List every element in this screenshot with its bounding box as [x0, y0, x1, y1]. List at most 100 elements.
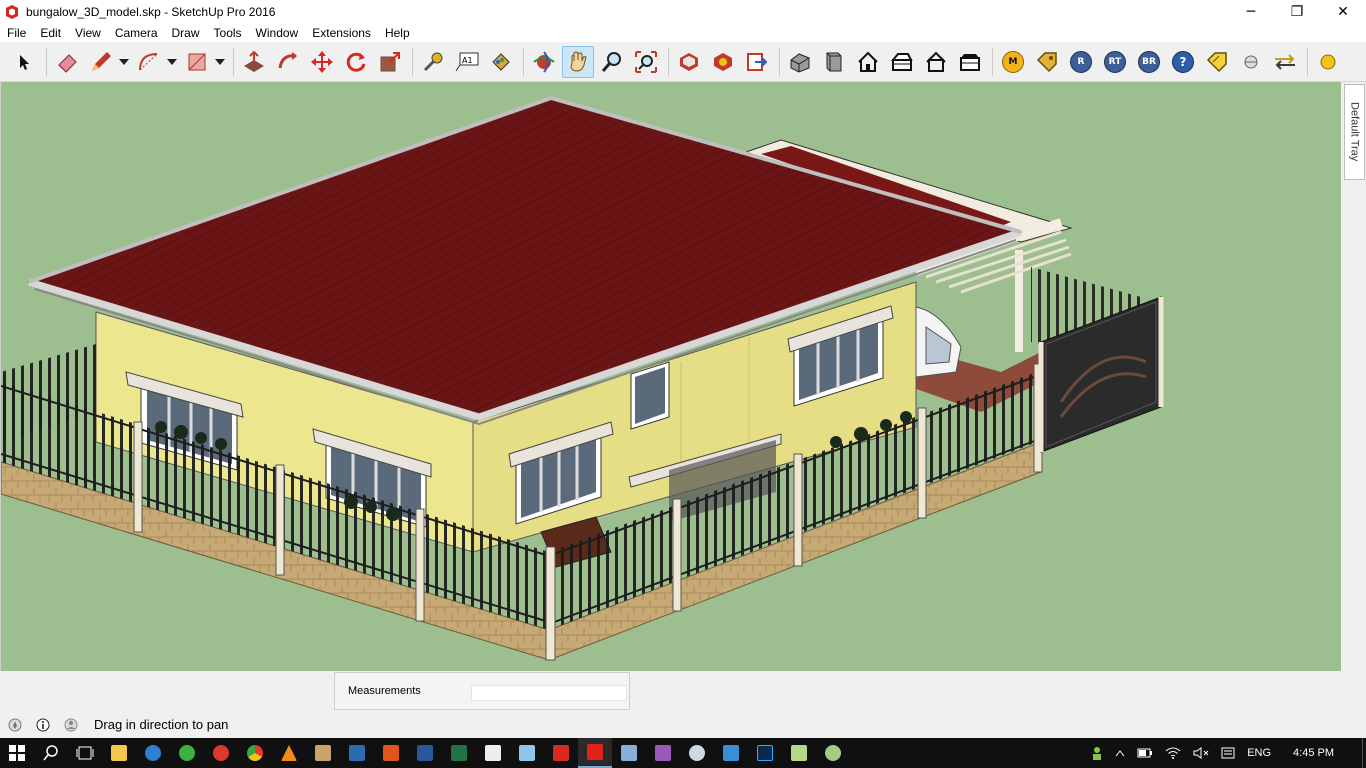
send-to-layout-button[interactable] — [741, 46, 773, 78]
line-tool-button[interactable] — [85, 46, 117, 78]
file-explorer-taskbar[interactable] — [102, 738, 136, 768]
license-tag-button[interactable] — [1201, 46, 1233, 78]
back-view-button[interactable] — [920, 46, 952, 78]
game-taskbar[interactable] — [306, 738, 340, 768]
word-taskbar[interactable] — [408, 738, 442, 768]
rectangle-tool-button[interactable] — [181, 46, 213, 78]
right-view-button[interactable] — [886, 46, 918, 78]
calculator-taskbar[interactable] — [476, 738, 510, 768]
select-tool-button[interactable] — [8, 46, 40, 78]
sketchup-icon — [587, 744, 603, 760]
help-button[interactable]: ? — [1167, 46, 1199, 78]
people-icon[interactable] — [1091, 746, 1103, 760]
arc-dropdown-chevron-icon[interactable] — [167, 46, 177, 78]
arc-tool-button[interactable] — [133, 46, 165, 78]
rectangle-dropdown-chevron-icon[interactable] — [215, 46, 225, 78]
scale-tool-button[interactable] — [374, 46, 406, 78]
menu-window[interactable]: Window — [249, 26, 306, 40]
windows-taskbar: ENG 4:45 PM — [0, 738, 1366, 768]
yellow-sphere-button[interactable] — [1312, 46, 1344, 78]
start-button[interactable] — [0, 738, 34, 768]
acrobat-taskbar[interactable] — [544, 738, 578, 768]
show-desktop-button[interactable] — [1362, 738, 1366, 768]
task-view-button[interactable] — [68, 738, 102, 768]
app-cube-taskbar[interactable] — [714, 738, 748, 768]
eraser-tool-button[interactable] — [51, 46, 83, 78]
menu-draw[interactable]: Draw — [165, 26, 207, 40]
app-blue-taskbar[interactable] — [612, 738, 646, 768]
app-red-gear-taskbar[interactable] — [204, 738, 238, 768]
menu-edit[interactable]: Edit — [33, 26, 68, 40]
office-icon — [383, 745, 399, 761]
input-language[interactable]: ENG — [1247, 747, 1271, 759]
credits-info-icon[interactable] — [36, 718, 50, 732]
line-dropdown-chevron-icon[interactable] — [119, 46, 129, 78]
search-taskbar-button[interactable] — [34, 738, 68, 768]
ruby-rt-button[interactable]: RT — [1099, 46, 1131, 78]
move-tool-button[interactable] — [306, 46, 338, 78]
app-car-taskbar[interactable] — [816, 738, 850, 768]
follow-me-tool-button[interactable] — [272, 46, 304, 78]
default-tray-tab[interactable]: Default Tray — [1344, 84, 1365, 180]
push-pull-tool-button[interactable] — [238, 46, 270, 78]
upwork-taskbar[interactable] — [170, 738, 204, 768]
chrome-taskbar[interactable] — [238, 738, 272, 768]
measurements-input[interactable] — [471, 685, 627, 701]
tape-measure-tool-button[interactable] — [417, 46, 449, 78]
zoom-tool-button[interactable] — [596, 46, 628, 78]
geolocation-icon[interactable] — [8, 718, 22, 732]
tag-plugin-button[interactable] — [1031, 46, 1063, 78]
news-app-taskbar[interactable] — [340, 738, 374, 768]
notes-taskbar[interactable] — [510, 738, 544, 768]
show-hidden-icons-chevron-icon[interactable] — [1115, 749, 1125, 757]
3d-warehouse-button[interactable] — [673, 46, 705, 78]
action-center-icon[interactable] — [1221, 747, 1235, 759]
text-tool-button[interactable]: A1 — [451, 46, 483, 78]
front-view-button[interactable] — [852, 46, 884, 78]
extension-warehouse-button[interactable] — [707, 46, 739, 78]
arrows-plugin-button[interactable] — [1269, 46, 1301, 78]
restore-button[interactable]: ❐ — [1274, 0, 1320, 24]
zoom-extents-button[interactable] — [630, 46, 662, 78]
status-bar: Drag in direction to pan — [0, 711, 1366, 738]
figure-icon — [315, 745, 331, 761]
wifi-icon[interactable] — [1165, 747, 1181, 759]
app-globe-taskbar[interactable] — [680, 738, 714, 768]
clock-time[interactable]: 4:45 PM — [1293, 747, 1334, 759]
sphere-plugin-button[interactable] — [1235, 46, 1267, 78]
top-view-button[interactable] — [818, 46, 850, 78]
measurements-box: Measurements — [334, 672, 630, 710]
car-app-icon — [825, 745, 841, 761]
model-viewport[interactable] — [0, 82, 1341, 671]
volume-muted-icon[interactable] — [1193, 747, 1209, 759]
menu-tools[interactable]: Tools — [207, 26, 249, 40]
iso-view-button[interactable] — [784, 46, 816, 78]
pan-tool-button[interactable] — [562, 45, 594, 78]
ruby-br-button[interactable]: BR — [1133, 46, 1165, 78]
orbit-tool-button[interactable] — [528, 46, 560, 78]
status-hint: Drag in direction to pan — [94, 717, 229, 732]
ruby-m-button[interactable]: M — [997, 46, 1029, 78]
left-view-button[interactable] — [954, 46, 986, 78]
paint-bucket-tool-button[interactable] — [485, 46, 517, 78]
rotate-tool-button[interactable] — [340, 46, 372, 78]
menu-camera[interactable]: Camera — [108, 26, 165, 40]
ruby-r-button[interactable]: R — [1065, 46, 1097, 78]
excel-taskbar[interactable] — [442, 738, 476, 768]
edge-taskbar[interactable] — [136, 738, 170, 768]
vlc-taskbar[interactable] — [272, 738, 306, 768]
chrome-icon — [247, 745, 263, 761]
app-green-taskbar[interactable] — [782, 738, 816, 768]
minimize-button[interactable]: ─ — [1228, 0, 1274, 24]
menu-view[interactable]: View — [68, 26, 108, 40]
photoshop-taskbar[interactable] — [748, 738, 782, 768]
close-button[interactable]: ✕ — [1320, 0, 1366, 24]
app-purple-taskbar[interactable] — [646, 738, 680, 768]
menu-extensions[interactable]: Extensions — [305, 26, 378, 40]
battery-icon[interactable] — [1137, 748, 1153, 758]
menu-file[interactable]: File — [0, 26, 33, 40]
sketchup-taskbar[interactable] — [578, 738, 612, 768]
user-account-icon[interactable] — [64, 718, 78, 732]
office-taskbar[interactable] — [374, 738, 408, 768]
menu-help[interactable]: Help — [378, 26, 417, 40]
